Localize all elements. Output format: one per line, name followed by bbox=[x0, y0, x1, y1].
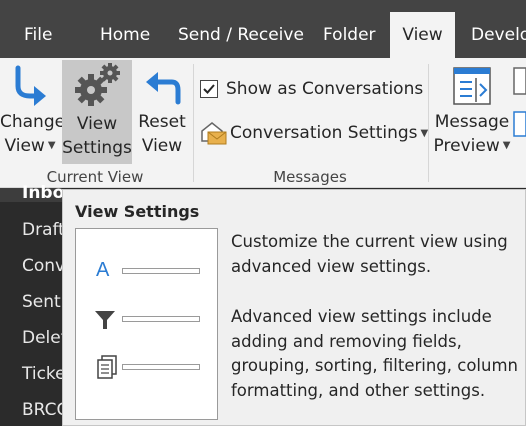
group-divider bbox=[428, 64, 429, 182]
tooltip-title: View Settings bbox=[75, 202, 200, 221]
tab-home[interactable]: Home bbox=[100, 12, 150, 58]
view-settings-tooltip: View Settings A Customize the current vi… bbox=[62, 189, 526, 426]
change-view-button[interactable]: Change View ▼ bbox=[0, 62, 66, 164]
tab-folder[interactable]: Folder bbox=[323, 12, 376, 58]
tab-file[interactable]: File bbox=[24, 12, 52, 58]
folder-drafts[interactable]: Draft bbox=[22, 220, 65, 240]
view-settings-button[interactable]: View Settings bbox=[62, 60, 132, 164]
field-bar bbox=[122, 316, 200, 322]
undo-arrow-icon bbox=[146, 72, 181, 105]
change-view-label-2: View bbox=[4, 136, 45, 156]
ribbon-tab-bar: File Home Send / Receive Folder View Dev… bbox=[0, 0, 526, 58]
chevron-down-icon: ▼ bbox=[502, 140, 511, 151]
filter-icon bbox=[95, 311, 115, 329]
message-preview-label-1: Message bbox=[434, 112, 510, 132]
columns-icon bbox=[97, 355, 117, 379]
change-view-label-1: Change bbox=[0, 112, 66, 132]
message-preview-button[interactable]: Message Preview ▼ bbox=[432, 62, 512, 164]
view-settings-label-2: Settings bbox=[62, 138, 132, 158]
people-pane-icon[interactable] bbox=[512, 66, 526, 96]
tooltip-preview-image: A bbox=[75, 228, 218, 420]
ribbon-view: Change View ▼ View Settings Reset View C… bbox=[0, 58, 526, 188]
tab-developer[interactable]: Develo bbox=[471, 12, 526, 58]
conversation-settings-dropdown[interactable]: Conversation Settings ▼ bbox=[200, 118, 428, 148]
field-bar bbox=[122, 364, 200, 370]
reset-view-button[interactable]: Reset View bbox=[134, 62, 190, 164]
show-as-conversations-label: Show as Conversations bbox=[226, 79, 424, 99]
tab-view[interactable]: View bbox=[390, 12, 455, 58]
tooltip-details: Advanced view settings include adding an… bbox=[231, 307, 519, 400]
reset-view-label-2: View bbox=[141, 136, 183, 156]
check-icon bbox=[203, 84, 215, 94]
folder-inbox[interactable]: Inbo bbox=[22, 183, 64, 203]
font-a-icon: A bbox=[96, 259, 110, 281]
chevron-down-icon: ▼ bbox=[47, 140, 56, 151]
reminders-window-icon[interactable] bbox=[512, 110, 526, 140]
conversation-settings-label: Conversation Settings bbox=[230, 123, 418, 143]
view-settings-label-1: View bbox=[76, 114, 118, 134]
message-preview-label-2: Preview bbox=[433, 136, 500, 156]
folder-tickets[interactable]: Ticke bbox=[22, 364, 66, 384]
tooltip-description: Customize the current view using advance… bbox=[231, 232, 508, 276]
messages-group-label: Messages bbox=[273, 168, 347, 186]
folder-conversation-history[interactable]: Conv bbox=[22, 256, 65, 276]
show-as-conversations-checkbox[interactable]: Show as Conversations bbox=[200, 74, 423, 104]
conversation-settings-icon bbox=[201, 122, 227, 145]
checkbox[interactable] bbox=[200, 80, 218, 98]
message-preview-icon bbox=[453, 67, 491, 105]
field-bar bbox=[122, 268, 200, 274]
change-view-icon bbox=[15, 65, 46, 106]
gear-icon bbox=[75, 63, 120, 106]
reset-view-label-1: Reset bbox=[138, 112, 186, 132]
group-divider bbox=[193, 64, 194, 182]
tab-send-receive[interactable]: Send / Receive bbox=[178, 12, 304, 58]
folder-deleted[interactable]: Delet bbox=[22, 328, 67, 348]
folder-sent[interactable]: Sent bbox=[22, 292, 61, 312]
